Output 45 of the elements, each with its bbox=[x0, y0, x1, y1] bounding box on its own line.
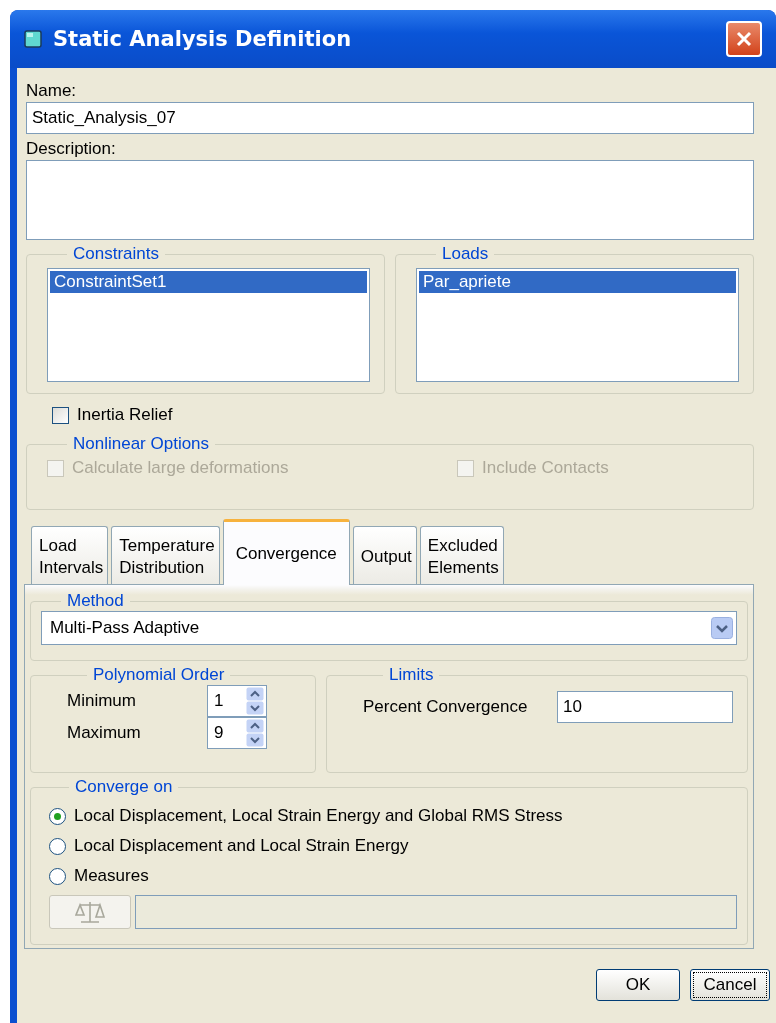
tab[interactable]: Temperature Distribution bbox=[111, 526, 220, 584]
field-label: Description: bbox=[26, 138, 117, 160]
checkbox-label: Calculate large deformations bbox=[72, 458, 289, 478]
tab[interactable]: Convergence bbox=[222, 519, 350, 585]
list-item[interactable]: ConstraintSet1 bbox=[50, 271, 367, 293]
group-title: Constraints bbox=[72, 244, 160, 264]
group-title: Limits bbox=[388, 665, 435, 685]
tab[interactable]: Excluded Elements bbox=[419, 526, 504, 584]
method-dropdown[interactable]: Multi-Pass Adaptive bbox=[41, 611, 737, 645]
dialog-button[interactable]: OK bbox=[596, 969, 680, 1001]
spinner-arrows-icon bbox=[246, 687, 264, 715]
radio-button[interactable] bbox=[49, 807, 66, 825]
window-title: Static Analysis Definition bbox=[53, 27, 352, 51]
radio-button[interactable] bbox=[49, 867, 66, 885]
tab[interactable]: Output bbox=[352, 526, 417, 584]
group-title: Polynomial Order bbox=[92, 665, 226, 685]
tab[interactable]: Load Intervals bbox=[31, 526, 109, 584]
percent-convergence-field[interactable]: 10 bbox=[557, 691, 733, 723]
group-title: Method bbox=[66, 591, 125, 611]
checkbox-label: Include Contacts bbox=[482, 458, 609, 478]
field-label: Percent Convergence bbox=[363, 697, 528, 717]
close-icon bbox=[734, 29, 754, 49]
checkbox-label: Inertia Relief bbox=[77, 405, 173, 425]
radio-button[interactable] bbox=[49, 837, 66, 855]
spinner-arrows-icon bbox=[246, 719, 264, 747]
checkbox[interactable] bbox=[52, 406, 69, 424]
field-label: Maximum bbox=[67, 723, 142, 743]
spin-field[interactable]: 9 bbox=[207, 717, 267, 749]
dialog-button[interactable]: Cancel bbox=[690, 969, 770, 1001]
group-title: Loads bbox=[441, 244, 490, 264]
scale-icon bbox=[75, 899, 105, 925]
close-button[interactable] bbox=[726, 21, 762, 57]
list-item[interactable]: Par_apriete bbox=[419, 271, 736, 293]
field-label: Minimum bbox=[67, 691, 137, 711]
measures-field[interactable] bbox=[135, 895, 737, 929]
group-title: Converge on bbox=[74, 777, 174, 797]
radio-label: Measures bbox=[74, 866, 149, 886]
spin-field[interactable]: 1 bbox=[207, 685, 267, 717]
cube-icon bbox=[23, 29, 43, 49]
name-field[interactable]: Static_Analysis_07 bbox=[26, 102, 754, 134]
radio-label: Local Displacement and Local Strain Energy bbox=[74, 836, 409, 856]
group-title: Nonlinear Options bbox=[72, 434, 211, 454]
description-field[interactable] bbox=[26, 160, 754, 240]
field-label: Name: bbox=[26, 80, 78, 102]
radio-label: Local Displacement, Local Strain Energy and Global RMS Stress bbox=[74, 806, 563, 826]
